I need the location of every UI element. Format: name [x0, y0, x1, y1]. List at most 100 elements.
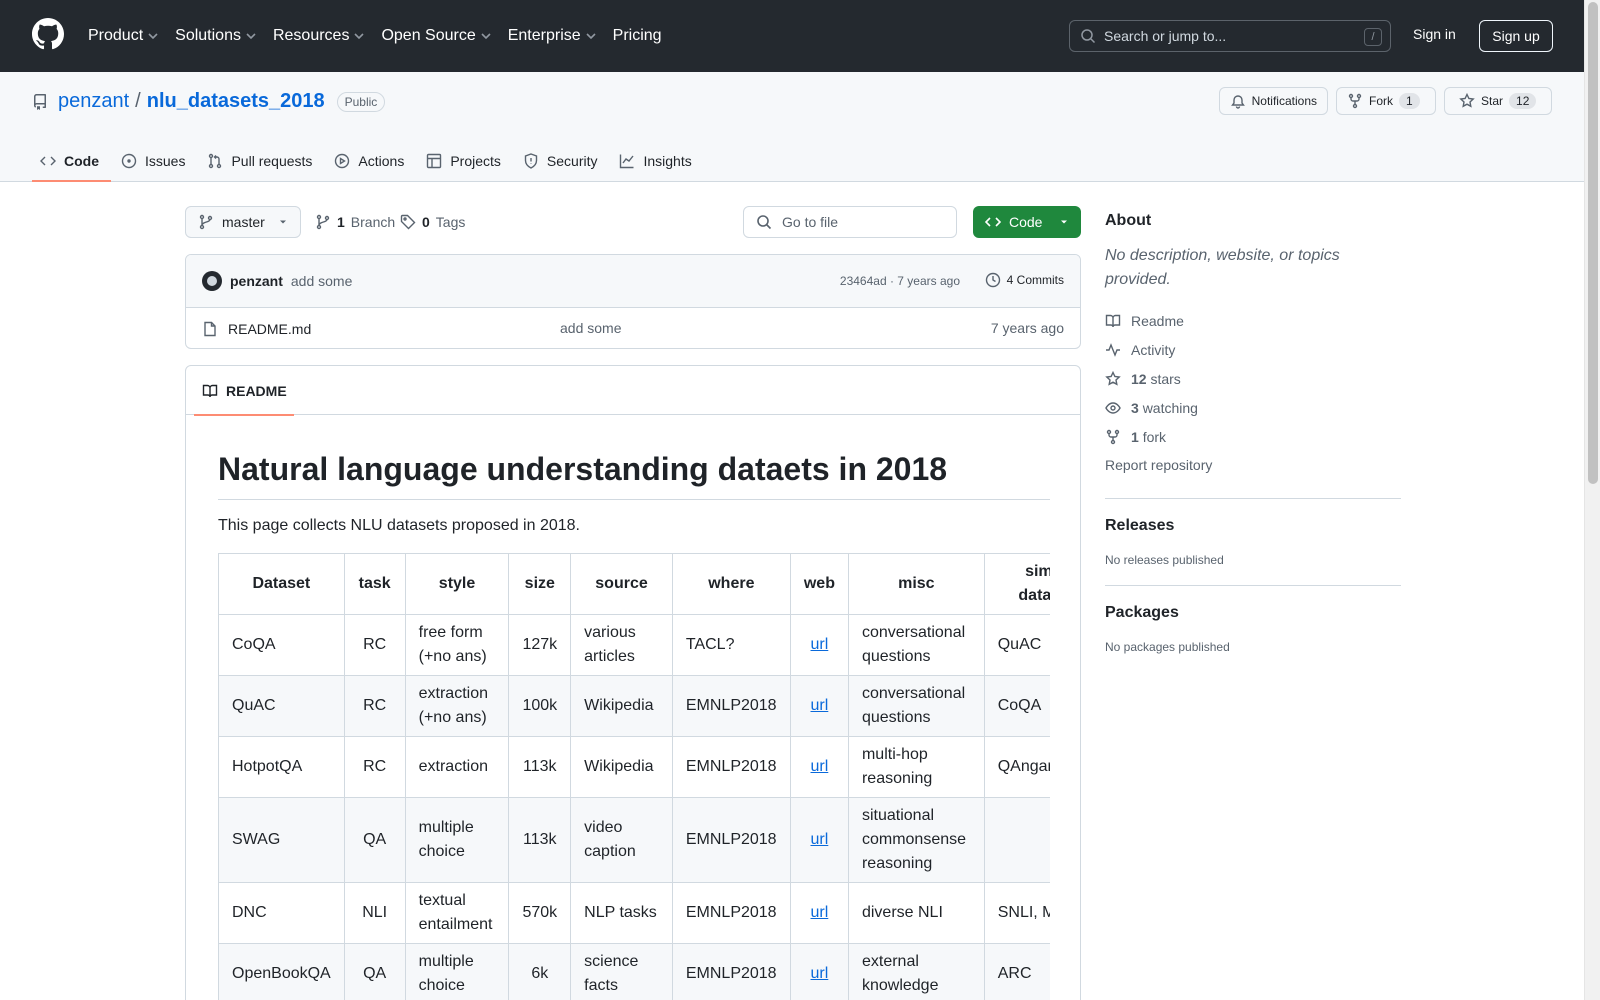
table-cell: extraction [404, 736, 510, 798]
table-cell: 100k [508, 675, 572, 737]
avatar[interactable] [202, 271, 222, 291]
readme-link[interactable]: Readme [1105, 306, 1401, 335]
table-cell: ARC [983, 943, 1050, 1000]
commit-message-link[interactable]: add some [291, 273, 352, 289]
releases-empty-text: No releases published [1105, 553, 1224, 567]
tab-label: Insights [643, 153, 692, 169]
nav-resources[interactable]: Resources [273, 22, 365, 50]
commit-hash-time[interactable]: 23464ad · 7 years ago [840, 274, 960, 288]
table-cell: EMNLP2018 [671, 797, 791, 883]
table-cell: url [789, 943, 849, 1000]
report-repository-link[interactable]: Report repository [1105, 457, 1212, 473]
nav-pricing[interactable]: Pricing [613, 22, 662, 50]
table-cell: QAngaroo [983, 736, 1050, 798]
tag-label: Tags [435, 214, 466, 230]
path-separator: / [135, 90, 141, 112]
column-header: task [343, 553, 406, 615]
tab-insights[interactable]: Insights [611, 140, 703, 182]
watchers-link[interactable]: 3 watching [1105, 393, 1401, 422]
tab-actions[interactable]: Actions [326, 140, 416, 182]
activity-link[interactable]: Activity [1105, 335, 1401, 364]
releases-heading[interactable]: Releases [1105, 517, 1401, 535]
sign-up-button[interactable]: Sign up [1479, 20, 1553, 52]
nav-product[interactable]: Product [88, 22, 159, 50]
dataset-url-link[interactable]: url [811, 904, 829, 921]
nav-solutions[interactable]: Solutions [175, 22, 257, 50]
shield-icon [524, 153, 538, 169]
tab-issues[interactable]: Issues [113, 140, 197, 182]
code-icon [985, 217, 1001, 227]
search-input[interactable]: Search or jump to... / [1069, 20, 1391, 52]
table-cell: situational commonsense reasoning [847, 797, 985, 883]
fork-icon [1348, 93, 1362, 109]
datasets-table-wrapper[interactable]: Dataset task style size source where web… [218, 553, 1050, 1000]
notifications-button[interactable]: Notifications [1218, 87, 1328, 115]
tab-label: Security [546, 153, 598, 169]
dataset-url-link[interactable]: url [811, 636, 829, 653]
star-label: Star [1481, 94, 1504, 108]
caret-down-icon [280, 220, 286, 224]
dataset-url-link[interactable]: url [811, 831, 829, 848]
nav-enterprise[interactable]: Enterprise [508, 22, 597, 50]
forks-link[interactable]: 1 fork [1105, 422, 1401, 451]
fork-label: Fork [1369, 94, 1393, 108]
table-cell: 127k [508, 614, 572, 676]
sign-in-link[interactable]: Sign in [1413, 26, 1456, 42]
stars-link[interactable]: 12 stars [1105, 364, 1401, 393]
branches-link[interactable]: 1 Branch [315, 206, 395, 238]
file-commit-message[interactable]: add some [560, 320, 621, 336]
tab-readme[interactable]: README [194, 366, 294, 416]
table-cell: extraction (+no ans) [404, 675, 510, 737]
sidebar-item-label: Activity [1131, 341, 1176, 358]
tags-link[interactable]: 0 Tags [400, 206, 465, 238]
table-cell: diverse NLI [847, 882, 985, 944]
commit-author-link[interactable]: penzant [230, 273, 283, 289]
readme-title: Natural language understanding dataets i… [218, 415, 1050, 500]
repo-owner-link[interactable]: penzant [58, 90, 129, 113]
column-header: style [404, 553, 510, 615]
repo-actions: Notifications Fork 1 Star 12 [1218, 87, 1552, 115]
search-icon [757, 215, 772, 230]
table-cell: conversational questions [847, 614, 985, 676]
tab-code[interactable]: Code [32, 140, 111, 182]
divider [1105, 585, 1401, 586]
repo-header: penzant / nlu_datasets_2018 Public Notif… [0, 72, 1584, 182]
packages-heading[interactable]: Packages [1105, 604, 1401, 622]
table-cell: RC [343, 736, 406, 798]
fork-button[interactable]: Fork 1 [1336, 87, 1436, 115]
file-navigation: master 1 Branch 0 Tags Go to file Code [185, 206, 1081, 238]
table-row: OpenBookQA QA multiple choice 6k science… [218, 943, 1050, 1000]
code-icon [40, 156, 56, 166]
branch-label: Branch [350, 214, 396, 230]
keyboard-shortcut-hint: / [1364, 28, 1382, 46]
go-to-file-input[interactable]: Go to file [743, 206, 957, 238]
main-nav: Product Solutions Resources Open Source … [88, 22, 678, 50]
branch-selector[interactable]: master [185, 206, 301, 238]
table-cell: EMNLP2018 [671, 675, 791, 737]
table-cell: CoQA [983, 675, 1050, 737]
tab-projects[interactable]: Projects [418, 140, 513, 182]
column-header: web [789, 553, 849, 615]
tab-security[interactable]: Security [515, 140, 610, 182]
table-cell: EMNLP2018 [671, 882, 791, 944]
nav-open-source[interactable]: Open Source [381, 22, 491, 50]
dataset-url-link[interactable]: url [811, 965, 829, 982]
page-scrollbar[interactable] [1584, 0, 1600, 1000]
scrollbar-thumb[interactable] [1588, 2, 1598, 484]
table-cell: SNLI, MultiNLI [983, 882, 1050, 944]
table-cell: various articles [570, 614, 673, 676]
tab-pull-requests[interactable]: Pull requests [199, 140, 324, 182]
star-button[interactable]: Star 12 [1444, 87, 1552, 115]
github-logo-icon[interactable] [32, 18, 64, 50]
repo-name-link[interactable]: nlu_datasets_2018 [147, 90, 325, 113]
commits-link[interactable]: 4 Commits [985, 272, 1064, 288]
table-cell: url [789, 797, 849, 883]
dataset-url-link[interactable]: url [811, 758, 829, 775]
table-row: QuAC RC extraction (+no ans) 100k Wikipe… [218, 675, 1050, 737]
file-row[interactable]: README.md add some 7 years ago [186, 308, 1080, 348]
readme-panel: README Natural language understanding da… [185, 365, 1081, 1000]
file-name-link[interactable]: README.md [228, 321, 311, 337]
dataset-url-link[interactable]: url [811, 697, 829, 714]
code-dropdown-button[interactable]: Code [973, 206, 1081, 238]
column-header: Dataset [218, 553, 345, 615]
